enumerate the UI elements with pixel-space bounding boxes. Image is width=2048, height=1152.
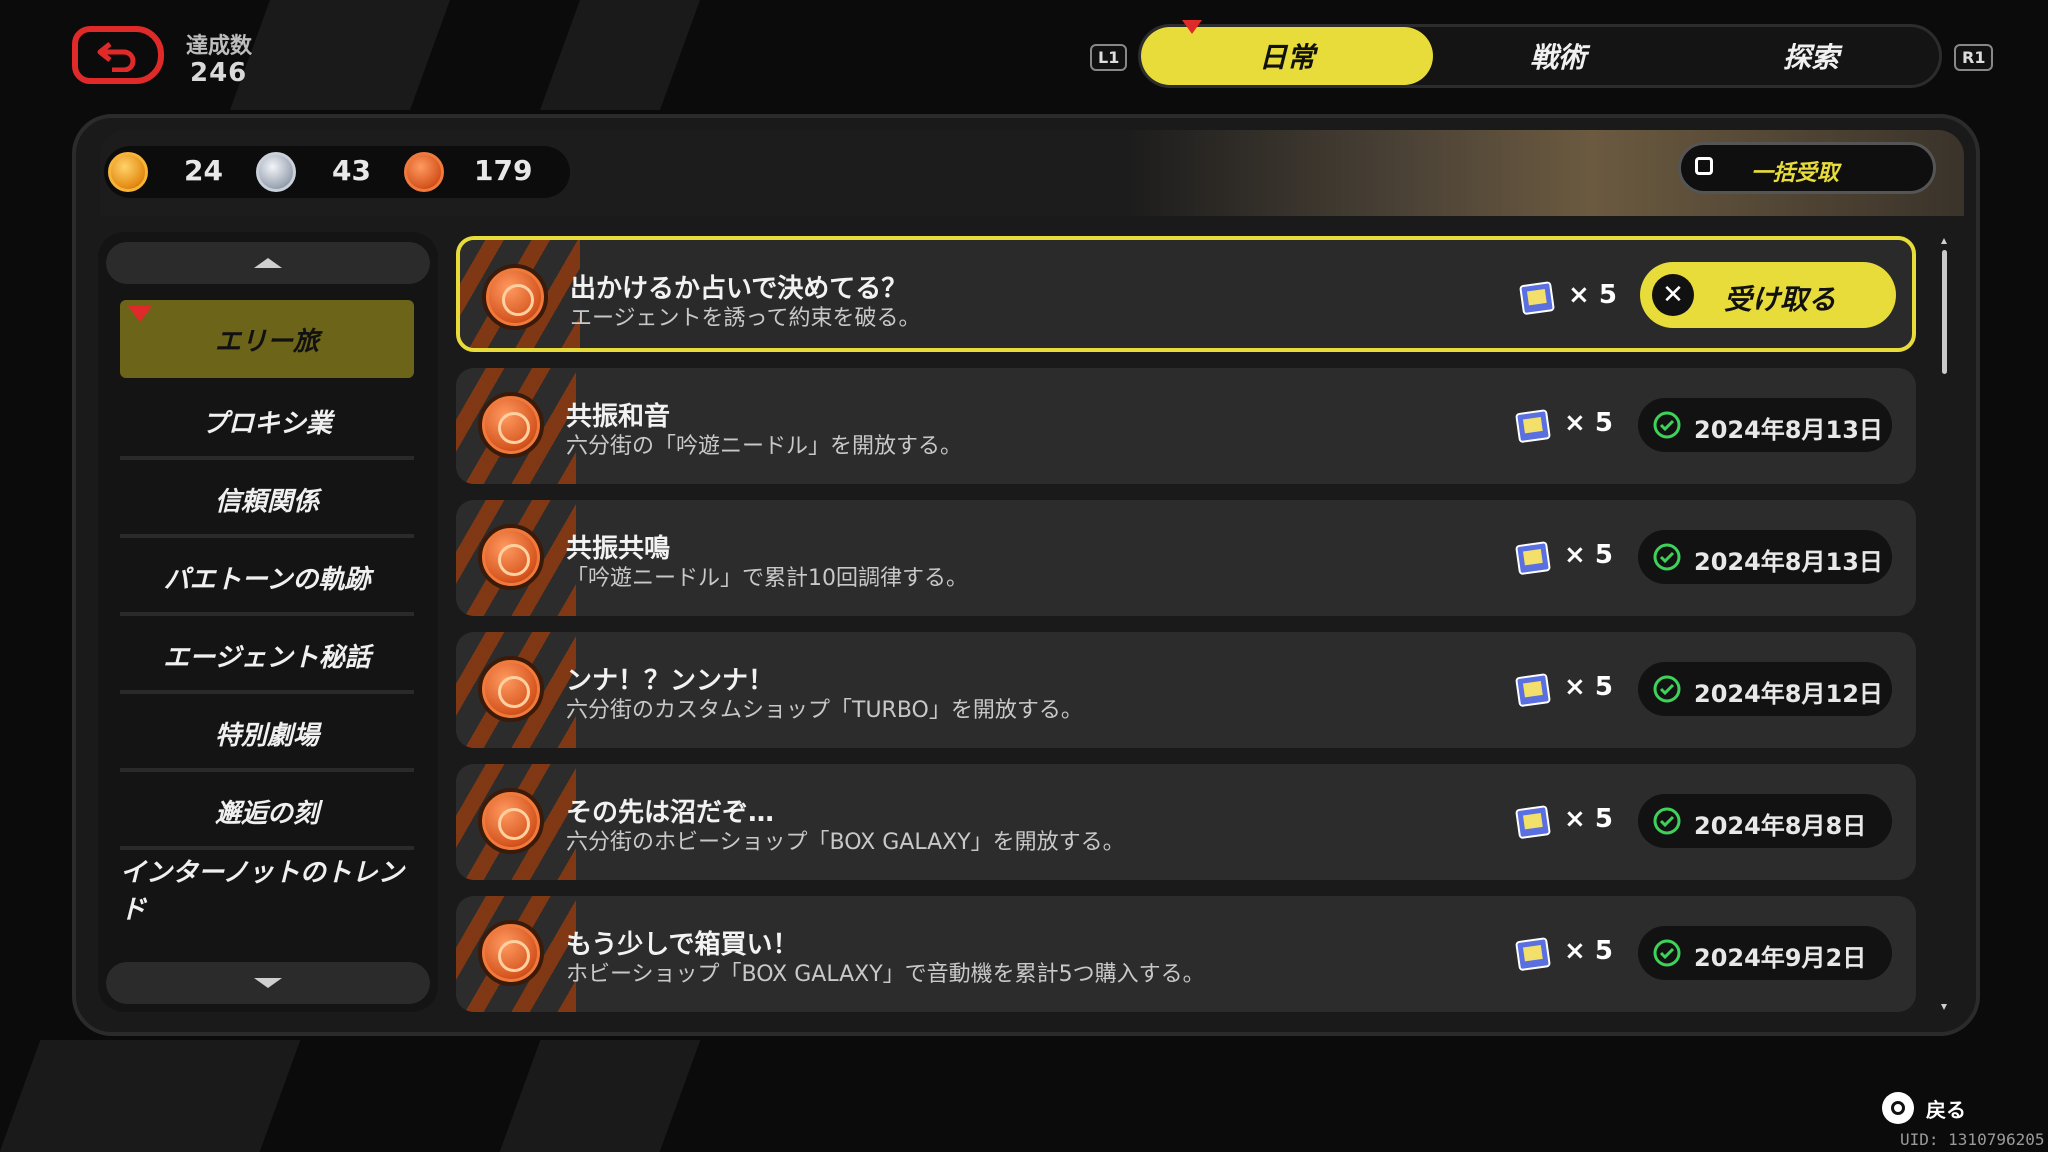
completion-date: 2024年8月8日 [1694,812,1867,840]
sidebar-item-label: プロキシ業 [201,408,332,439]
film-ticket-icon [1515,805,1551,839]
completion-date: 2024年8月13日 [1694,416,1883,444]
sidebar-item-eri-journey[interactable]: エリー旅 [120,300,414,378]
reward-quantity: × 5 [1564,936,1613,966]
achievement-row[interactable]: 出かけるか占いで決めてる？ エージェントを誘って約束を破る。 × 5 ✕ 受け取… [456,236,1916,352]
cross-button-icon: ✕ [1652,274,1694,316]
chevron-up-icon [254,258,282,268]
footer-back-label: 戻る [1926,1097,1966,1122]
bronze-medal-count: 179 [474,154,533,187]
check-circle-icon [1653,939,1681,967]
sidebar-item-label: エリー旅 [214,326,319,357]
bronze-medal-icon [478,656,544,722]
new-marker-icon [128,306,152,322]
completion-date-badge: 2024年9月2日 [1638,926,1892,980]
completion-date: 2024年8月13日 [1694,548,1883,576]
achievement-row[interactable]: その先は沼だぞ… 六分街のホビーショップ「BOX GALAXY」を開放する。 ×… [456,764,1916,880]
achievement-description: 六分街のカスタムショップ「TURBO」を開放する。 [566,698,1083,723]
completion-date-badge: 2024年8月8日 [1638,794,1892,848]
sidebar-item-special-theater[interactable]: 特別劇場 [120,694,414,772]
sidebar-scroll-up-button[interactable] [106,242,430,284]
sidebar-item-encounter[interactable]: 邂逅の刻 [120,772,414,850]
background-stripe [0,1040,301,1152]
gold-medal-icon [108,152,148,192]
check-circle-icon [1653,675,1681,703]
scrollbar-thumb[interactable] [1942,250,1947,374]
reward-quantity: × 5 [1564,408,1613,438]
completion-date: 2024年8月12日 [1694,680,1883,708]
bronze-medal-icon [478,524,544,590]
category-sidebar: エリー旅 プロキシ業 信頼関係 パエトーンの軌跡 エージェント秘話 特別劇場 邂… [98,232,438,1012]
footer-back-button[interactable]: 戻る [1882,1092,1966,1124]
bronze-medal-icon [478,788,544,854]
sidebar-scroll-down-button[interactable] [106,962,430,1004]
sidebar-item-label: 特別劇場 [214,720,319,751]
check-circle-icon [1653,411,1681,439]
tab-explore[interactable]: 探索 [1683,27,1939,85]
sidebar-item-agent-stories[interactable]: エージェント秘話 [120,616,414,694]
claim-button[interactable]: ✕ 受け取る [1640,262,1896,328]
achievement-row[interactable]: ンナ！？ンンナ！ 六分街のカスタムショップ「TURBO」を開放する。 × 5 2… [456,632,1916,748]
achievement-description: 「吟遊ニードル」で累計10回調律する。 [566,566,968,591]
category-tabbar: 日常 戦術 探索 [1138,24,1942,88]
check-circle-icon [1653,543,1681,571]
bronze-medal-icon [478,392,544,458]
film-ticket-icon [1515,541,1551,575]
back-button[interactable] [72,26,164,84]
sidebar-item-inter-knot-trend[interactable]: インターノットのトレンド [120,850,414,928]
completion-date-badge: 2024年8月13日 [1638,530,1892,584]
sidebar-item-label: 信頼関係 [214,486,319,517]
completion-date-badge: 2024年8月13日 [1638,398,1892,452]
sidebar-item-label: エージェント秘話 [163,642,371,673]
film-ticket-icon [1519,281,1555,315]
bronze-medal-icon [482,264,548,330]
film-ticket-icon [1515,673,1551,707]
film-ticket-icon [1515,937,1551,971]
tab-tactics[interactable]: 戦術 [1433,27,1683,85]
reward-quantity: × 5 [1564,540,1613,570]
circle-button-icon [1882,1092,1914,1124]
background-stripe [539,0,701,110]
bronze-medal-icon [478,920,544,986]
bulk-claim-button[interactable]: 一括受取 [1678,142,1936,194]
l1-button-hint: L1 [1090,44,1128,71]
reward-quantity: × 5 [1564,804,1613,834]
background-stripe [499,1040,701,1152]
sidebar-item-proxy[interactable]: プロキシ業 [120,382,414,460]
background-stripe [229,0,451,110]
achievement-description: ホビーショップ「BOX GALAXY」で音動機を累計5つ購入する。 [566,962,1205,987]
achievement-count-label: 達成数 [186,34,253,59]
achievement-description: 六分街のホビーショップ「BOX GALAXY」を開放する。 [566,830,1125,855]
new-marker-icon [1182,20,1202,34]
sidebar-item-label: パエトーンの軌跡 [163,564,371,595]
completion-date: 2024年9月2日 [1694,944,1867,972]
completion-date-badge: 2024年8月12日 [1638,662,1892,716]
square-button-icon [1695,157,1713,175]
achievement-row[interactable]: もう少しで箱買い！ ホビーショップ「BOX GALAXY」で音動機を累計5つ購入… [456,896,1916,1012]
achievement-description: エージェントを誘って約束を破る。 [570,306,921,331]
sidebar-item-label: 邂逅の刻 [214,798,319,829]
achievement-row[interactable]: 共振共鳴 「吟遊ニードル」で累計10回調律する。 × 5 2024年8月13日 [456,500,1916,616]
gold-medal-count: 24 [184,154,223,187]
silver-medal-count: 43 [332,154,371,187]
film-ticket-icon [1515,409,1551,443]
achievement-count-value: 246 [190,58,248,88]
achievement-list: 出かけるか占いで決めてる？ エージェントを誘って約束を破る。 × 5 ✕ 受け取… [456,236,1918,1012]
bulk-claim-label: 一括受取 [1751,161,1840,186]
sidebar-item-trust[interactable]: 信頼関係 [120,460,414,538]
return-arrow-icon [97,42,136,72]
check-circle-icon [1653,807,1681,835]
achievement-row[interactable]: 共振和音 六分街の「吟遊ニードル」を開放する。 × 5 2024年8月13日 [456,368,1916,484]
r1-button-hint: R1 [1954,44,1994,71]
achievement-description: 六分街の「吟遊ニードル」を開放する。 [566,434,963,459]
silver-medal-icon [256,152,296,192]
chevron-down-icon [254,978,282,988]
user-id: UID: 1310796205 [1900,1130,2045,1149]
reward-quantity: × 5 [1568,280,1617,310]
claim-label: 受け取る [1724,283,1837,316]
sidebar-item-phaethon[interactable]: パエトーンの軌跡 [120,538,414,616]
sidebar-item-label: インターノットのトレンド [120,858,404,925]
bronze-medal-icon [404,152,444,192]
reward-quantity: × 5 [1564,672,1613,702]
